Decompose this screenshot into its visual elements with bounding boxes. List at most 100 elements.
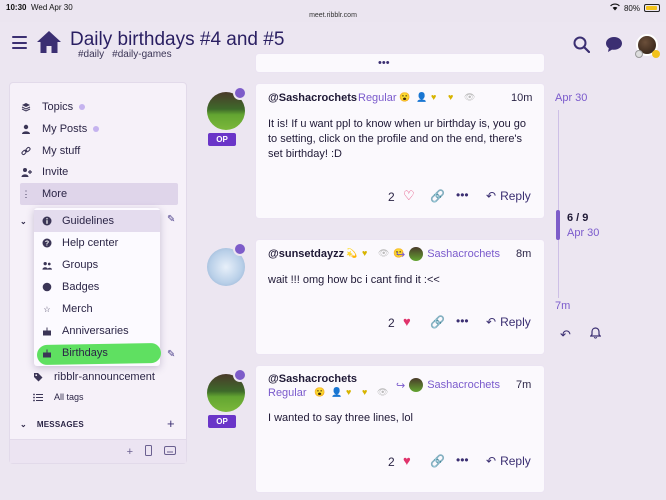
reply-button[interactable]: ↶ Reply: [486, 454, 531, 468]
sidebar-item-my-posts[interactable]: My Posts: [20, 118, 100, 140]
menu-item-label: Merch: [62, 303, 93, 315]
plus-icon[interactable]: +: [127, 446, 133, 458]
page-title[interactable]: Daily birthdays #4 and #5: [70, 29, 284, 51]
messages-section-toggle[interactable]: ⌄ MESSAGES: [20, 420, 84, 429]
more-actions-icon[interactable]: •••: [456, 453, 469, 467]
share-arrow-icon: ↪: [396, 248, 406, 261]
heart-flair-icon: ♥: [448, 92, 454, 102]
link-icon[interactable]: 🔗: [430, 315, 445, 329]
user-flair-icon: 👤: [331, 387, 343, 397]
reply-to-name: Sashacrochets: [427, 379, 500, 391]
chevron-down-icon: ⌄: [20, 420, 27, 429]
menu-item-help-center[interactable]: ? Help center: [34, 232, 160, 254]
timeline-handle[interactable]: [556, 210, 560, 240]
tag-daily-games[interactable]: #daily-games: [112, 49, 171, 60]
more-dropdown-menu: Guidelines ? Help center Groups Badges ☆…: [34, 208, 162, 366]
search-icon[interactable]: [573, 36, 591, 58]
categories-section-toggle[interactable]: ⌄: [20, 217, 27, 226]
menu-item-merch[interactable]: ☆ Merch: [34, 298, 160, 320]
menu-item-label: Badges: [62, 281, 100, 293]
edit-tags-icon[interactable]: ✎: [167, 349, 175, 360]
tag-link-ribblr-announcement[interactable]: ribblr-announcement: [32, 366, 155, 388]
reply-to-link[interactable]: ↪ Sashacrochets: [396, 378, 500, 392]
more-actions-icon[interactable]: •••: [378, 57, 390, 69]
new-message-plus-icon[interactable]: +: [167, 416, 175, 431]
svg-text:?: ?: [45, 241, 49, 248]
menu-item-groups[interactable]: Groups: [34, 254, 160, 276]
wifi-icon: [610, 3, 620, 13]
link-icon[interactable]: 🔗: [430, 454, 445, 468]
link-icon[interactable]: 🔗: [430, 189, 445, 203]
heart-filled-icon[interactable]: ♥: [403, 314, 411, 329]
reply-arrow-icon[interactable]: ↶: [560, 327, 571, 343]
post-username[interactable]: @Sashacrochets: [268, 92, 357, 104]
vertical-dots-icon: ⋮: [21, 188, 31, 199]
heart-outline-icon[interactable]: ♡: [403, 188, 415, 204]
all-tags-label: All tags: [54, 392, 84, 402]
sidebar-item-invite[interactable]: Invite: [20, 161, 68, 183]
topic-tags: #daily #daily-games: [78, 49, 172, 60]
timeline-current-date: Apr 30: [567, 227, 600, 239]
home-icon[interactable]: [36, 30, 62, 59]
heart-flair-icon: ♥: [431, 92, 437, 102]
timeline-end[interactable]: 7m: [555, 300, 570, 312]
user-rank: Regular: [268, 387, 307, 399]
messages-label: MESSAGES: [36, 420, 84, 429]
question-icon: ?: [42, 238, 52, 248]
menu-item-anniversaries[interactable]: Anniversaries: [34, 320, 160, 342]
emoji-flair-icon: 💫: [346, 248, 358, 258]
status-bar: 10:30 Wed Apr 30 meet.ribblr.com 80%: [0, 0, 666, 22]
menu-item-birthdays[interactable]: Birthdays: [34, 342, 162, 366]
reply-arrow-icon: ↶: [486, 315, 497, 329]
reply-arrow-icon: ↶: [486, 454, 497, 468]
flair-badge-icon: [233, 368, 247, 382]
all-tags-link[interactable]: All tags: [32, 386, 84, 408]
post-time[interactable]: 10m: [511, 92, 532, 104]
like-count[interactable]: 2: [388, 190, 395, 204]
reply-button[interactable]: ↶ Reply: [486, 315, 531, 329]
badge-icon: [42, 282, 52, 292]
like-count[interactable]: 2: [388, 316, 395, 330]
mobile-icon[interactable]: [145, 444, 152, 459]
menu-item-label: Groups: [62, 259, 99, 271]
more-actions-icon[interactable]: •••: [456, 188, 469, 202]
user-avatar[interactable]: [635, 34, 660, 58]
chat-icon[interactable]: [605, 36, 623, 58]
reply-button[interactable]: ↶ Reply: [486, 189, 531, 203]
sidebar-item-more[interactable]: ⋮ More: [20, 183, 68, 205]
menu-item-badges[interactable]: Badges: [34, 276, 160, 298]
post-username[interactable]: @Sashacrochets: [268, 373, 357, 385]
bell-icon[interactable]: [589, 327, 602, 342]
sidebar-footer: +: [10, 439, 186, 463]
menu-item-guidelines[interactable]: Guidelines: [34, 210, 160, 232]
cake-icon: [42, 326, 52, 336]
share-arrow-icon: ↪: [396, 379, 406, 392]
more-actions-icon[interactable]: •••: [456, 314, 469, 328]
post-time[interactable]: 7m: [516, 379, 531, 391]
status-indicators: 80%: [610, 3, 660, 13]
like-count[interactable]: 2: [388, 455, 395, 469]
edit-categories-icon[interactable]: ✎: [167, 214, 175, 225]
post-time[interactable]: 8m: [516, 248, 531, 260]
timeline-track[interactable]: [558, 110, 559, 298]
keyboard-icon[interactable]: [164, 445, 176, 458]
reply-label: Reply: [500, 189, 531, 203]
url-bar[interactable]: meet.ribblr.com: [0, 12, 666, 19]
sidebar-item-my-stuff[interactable]: My stuff: [20, 140, 80, 162]
post-body: wait !!! omg how bc i cant find it :<<: [268, 274, 440, 286]
mini-avatar: [409, 247, 424, 261]
tag-label: ribblr-announcement: [54, 371, 155, 383]
sidebar-item-topics[interactable]: Topics: [20, 96, 86, 118]
sidebar-item-label: Invite: [42, 166, 69, 178]
reply-label: Reply: [500, 454, 531, 468]
emoji-flair-icon: 😮: [314, 387, 326, 397]
timeline-start-date[interactable]: Apr 30: [555, 92, 587, 104]
hamburger-menu-icon[interactable]: [12, 36, 27, 49]
heart-flair-icon: ♥: [362, 248, 368, 258]
reply-to-link[interactable]: ↪ Sashacrochets: [396, 247, 500, 261]
users-icon: [42, 260, 52, 270]
post-username[interactable]: @sunsetdayzz: [268, 248, 344, 260]
heart-filled-icon[interactable]: ♥: [403, 453, 411, 468]
menu-item-label: Help center: [62, 237, 119, 249]
tag-daily[interactable]: #daily: [78, 49, 104, 60]
